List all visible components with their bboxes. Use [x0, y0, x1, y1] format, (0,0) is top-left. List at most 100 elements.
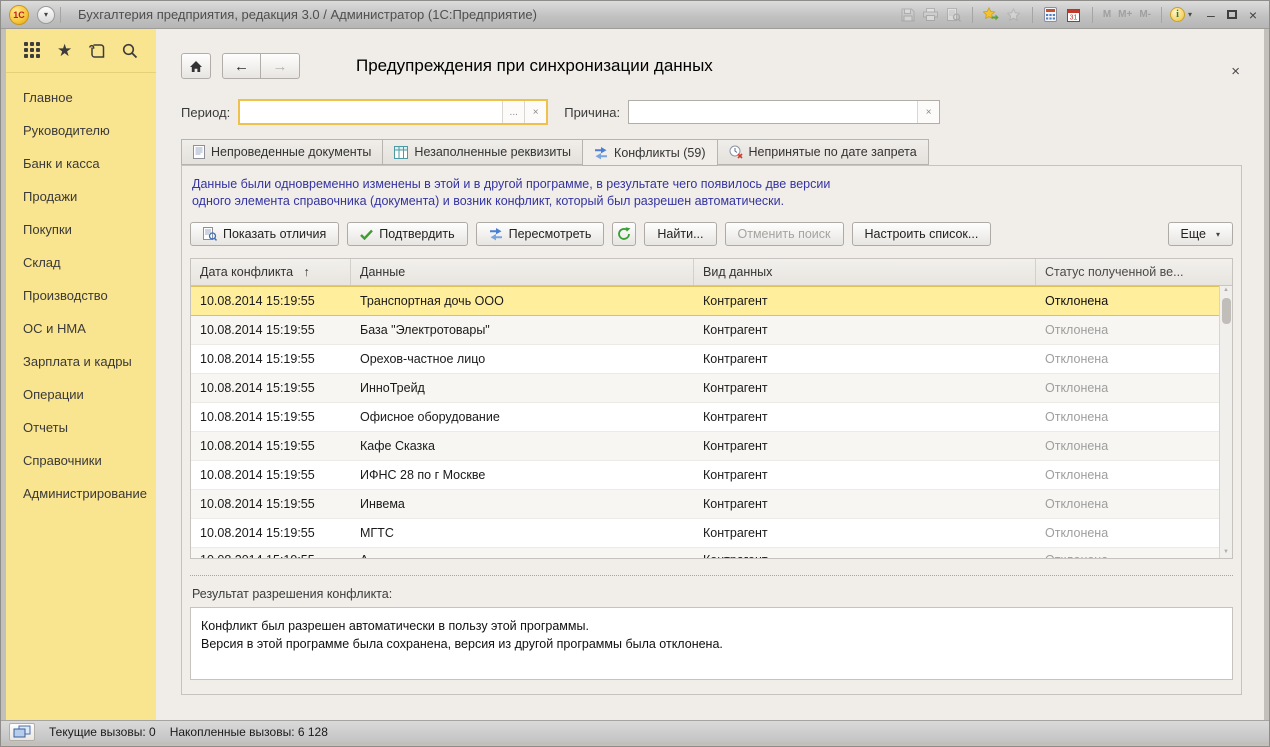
home-button[interactable]	[181, 53, 211, 79]
notice-line-1: Данные были одновременно изменены в этой…	[192, 176, 1233, 193]
column-header-data[interactable]: Данные	[351, 259, 694, 285]
scroll-up-icon[interactable]: ▲	[1223, 286, 1229, 296]
cell-status: Отклонена	[1036, 548, 1219, 558]
period-field: ... ×	[238, 99, 548, 125]
sections-grid-icon[interactable]	[22, 41, 42, 61]
table-row[interactable]: 10.08.2014 15:19:55 ИФНС 28 по г Москве …	[191, 461, 1219, 490]
reason-label: Причина:	[564, 105, 620, 120]
favorites-icon[interactable]: ★	[55, 41, 75, 61]
sidebar-item-pokupki[interactable]: Покупки	[6, 213, 156, 246]
cell-data: База "Электротовары"	[351, 323, 694, 337]
separator	[60, 7, 61, 23]
document-icon	[193, 145, 205, 159]
minimize-button[interactable]: –	[1207, 8, 1215, 22]
sidebar-item-otchety[interactable]: Отчеты	[6, 411, 156, 444]
info-icon[interactable]: i	[1170, 7, 1185, 22]
sidebar-item-glavnoe[interactable]: Главное	[6, 81, 156, 114]
period-picker-button[interactable]: ...	[502, 101, 524, 123]
sidebar-item-rukovoditelyu[interactable]: Руководителю	[6, 114, 156, 147]
conflict-arrows-icon	[594, 146, 608, 160]
sidebar-item-zarplata-i-kadry[interactable]: Зарплата и кадры	[6, 345, 156, 378]
table-header: Дата конфликта ↑ Данные Вид данных Стату…	[191, 259, 1232, 286]
tab-label: Непроведенные документы	[211, 145, 371, 159]
configure-list-button[interactable]: Настроить список...	[852, 222, 992, 246]
cell-status: Отклонена	[1036, 352, 1219, 366]
navigation-row: ← → Предупреждения при синхронизации дан…	[181, 53, 1242, 79]
tab-rejected-by-date[interactable]: Непринятые по дате запрета	[718, 139, 929, 165]
server-calls-icon[interactable]	[9, 723, 35, 741]
sidebar-item-prodazhi[interactable]: Продажи	[6, 180, 156, 213]
table-row[interactable]: 10.08.2014 15:19:55 МГТС Контрагент Откл…	[191, 519, 1219, 548]
cancel-search-button[interactable]: Отменить поиск	[725, 222, 844, 246]
column-header-status[interactable]: Статус полученной ве...	[1036, 259, 1232, 285]
more-button[interactable]: Еще ▾	[1168, 222, 1233, 246]
scroll-down-icon[interactable]: ▼	[1223, 548, 1229, 558]
forward-button[interactable]: →	[261, 53, 300, 79]
maximize-button[interactable]	[1227, 10, 1237, 19]
tab-unfilled-attributes[interactable]: Незаполненные реквизиты	[382, 139, 582, 165]
table-row-clipped[interactable]: 10.08.2014 15:19:55 А... Контрагент Откл…	[191, 548, 1219, 558]
table-row[interactable]: 10.08.2014 15:19:55 Орехов-частное лицо …	[191, 345, 1219, 374]
table-row[interactable]: 10.08.2014 15:19:55 Кафе Сказка Контраге…	[191, 432, 1219, 461]
sidebar-item-administrirovanie[interactable]: Администрирование	[6, 477, 156, 510]
button-label: Пересмотреть	[509, 227, 592, 241]
goto-link-icon[interactable]	[981, 5, 1001, 25]
cell-kind: Контрагент	[694, 439, 1036, 453]
cell-kind: Контрагент	[694, 352, 1036, 366]
forward-arrow-icon: →	[273, 58, 288, 75]
splitter[interactable]	[190, 575, 1233, 576]
search-icon[interactable]	[120, 41, 140, 61]
scrollbar-thumb[interactable]	[1222, 298, 1231, 324]
cell-kind: Контрагент	[694, 468, 1036, 482]
show-differences-button[interactable]: Показать отличия	[190, 222, 339, 246]
refresh-button[interactable]	[612, 222, 636, 246]
cell-kind: Контрагент	[694, 497, 1036, 511]
column-header-kind[interactable]: Вид данных	[694, 259, 1036, 285]
sidebar-item-operatsii[interactable]: Операции	[6, 378, 156, 411]
sidebar-item-bank-i-kassa[interactable]: Банк и касса	[6, 147, 156, 180]
reason-clear-button[interactable]: ×	[917, 101, 939, 123]
sidebar-item-os-i-nma[interactable]: ОС и НМА	[6, 312, 156, 345]
current-calls: Текущие вызовы: 0	[49, 725, 156, 739]
sidebar-item-sklad[interactable]: Склад	[6, 246, 156, 279]
back-button[interactable]: ←	[222, 53, 261, 79]
period-input[interactable]	[240, 101, 502, 123]
cell-date: 10.08.2014 15:19:55	[191, 381, 351, 395]
memory-plus-button: M+	[1116, 9, 1134, 20]
sidebar-item-spravochniki[interactable]: Справочники	[6, 444, 156, 477]
confirm-button[interactable]: Подтвердить	[347, 222, 467, 246]
print-preview-icon	[944, 5, 964, 25]
period-clear-button[interactable]: ×	[524, 101, 546, 123]
cell-status: Отклонена	[1036, 323, 1219, 337]
info-caret-icon[interactable]: ▾	[1188, 10, 1192, 19]
close-form-icon[interactable]: ×	[1231, 65, 1240, 79]
cell-kind: Контрагент	[694, 526, 1036, 540]
column-header-date[interactable]: Дата конфликта ↑	[191, 259, 351, 285]
calculator-icon[interactable]	[1041, 5, 1061, 25]
tab-conflicts[interactable]: Конфликты (59)	[582, 139, 717, 166]
table-row[interactable]: 10.08.2014 15:19:55 База "Электротовары"…	[191, 316, 1219, 345]
calendar-icon[interactable]: 31	[1064, 5, 1084, 25]
cell-data: А...	[351, 548, 694, 558]
main-menu-button[interactable]: ▾	[37, 6, 55, 24]
close-window-button[interactable]: ×	[1249, 8, 1257, 22]
table-row-selected[interactable]: 10.08.2014 15:19:55 Транспортная дочь ОО…	[191, 286, 1219, 316]
cell-status: Отклонена	[1036, 410, 1219, 424]
cell-status: Отклонена	[1036, 526, 1219, 540]
reason-field: ×	[628, 100, 940, 124]
table-row[interactable]: 10.08.2014 15:19:55 Инвема Контрагент От…	[191, 490, 1219, 519]
find-button[interactable]: Найти...	[644, 222, 716, 246]
vertical-scrollbar[interactable]: ▲ ▼	[1219, 286, 1232, 558]
table-row[interactable]: 10.08.2014 15:19:55 Офисное оборудование…	[191, 403, 1219, 432]
cell-data: Инвема	[351, 497, 694, 511]
cell-date: 10.08.2014 15:19:55	[191, 548, 351, 558]
sidebar-item-proizvodstvo[interactable]: Производство	[6, 279, 156, 312]
accumulated-calls: Накопленные вызовы: 6 128	[170, 725, 328, 739]
history-icon[interactable]	[87, 41, 107, 61]
review-button[interactable]: Пересмотреть	[476, 222, 605, 246]
statusbar: Текущие вызовы: 0 Накопленные вызовы: 6 …	[1, 720, 1269, 742]
table-row[interactable]: 10.08.2014 15:19:55 ИнноТрейд Контрагент…	[191, 374, 1219, 403]
reason-input[interactable]	[629, 101, 917, 123]
window-controls: – ×	[1207, 8, 1257, 22]
tab-unposted-documents[interactable]: Непроведенные документы	[181, 139, 382, 165]
